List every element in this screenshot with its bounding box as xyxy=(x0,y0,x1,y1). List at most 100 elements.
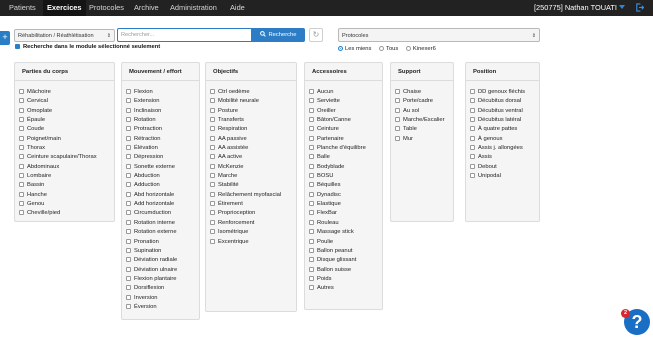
filter-option[interactable]: AA passive xyxy=(210,135,296,144)
filter-option[interactable]: Respiration xyxy=(210,125,296,134)
filter-option[interactable]: Dépression xyxy=(126,153,199,162)
filter-option[interactable]: Abd horizontale xyxy=(126,191,199,200)
checkbox-icon[interactable] xyxy=(126,303,131,309)
checkbox-icon[interactable] xyxy=(309,126,314,132)
filter-option[interactable]: Déviation ulnaire xyxy=(126,266,199,275)
checkbox-icon[interactable] xyxy=(470,135,475,141)
checkbox-icon[interactable] xyxy=(395,126,400,132)
filter-option[interactable]: Posture xyxy=(210,107,296,116)
checkbox-icon[interactable] xyxy=(126,126,131,132)
checkbox-icon[interactable] xyxy=(309,89,314,94)
radio-tous[interactable]: Tous xyxy=(379,46,398,52)
filter-option[interactable]: BOSU xyxy=(309,172,382,181)
checkbox-icon[interactable] xyxy=(19,89,24,94)
filter-option[interactable]: Transferts xyxy=(210,116,296,125)
filter-option[interactable]: Dynadisc xyxy=(309,191,382,200)
checkbox-icon[interactable] xyxy=(395,135,400,141)
filter-option[interactable]: Au sol xyxy=(395,107,453,116)
filter-option[interactable]: McKenzie xyxy=(210,163,296,172)
checkbox-icon[interactable] xyxy=(309,135,314,141)
filter-option[interactable]: Isométrique xyxy=(210,228,296,237)
filter-option[interactable]: Ceinture xyxy=(309,125,382,134)
checkbox-icon[interactable] xyxy=(395,98,400,104)
checkbox-icon[interactable] xyxy=(309,145,314,151)
filter-option[interactable]: Genou xyxy=(19,200,114,209)
checkbox-icon[interactable] xyxy=(210,163,215,169)
checkbox-icon[interactable] xyxy=(126,89,131,94)
filter-option[interactable]: Unipodal xyxy=(470,172,539,181)
checkbox-icon[interactable] xyxy=(210,126,215,132)
filter-option[interactable]: Circumduction xyxy=(126,209,199,218)
checkbox-icon[interactable] xyxy=(309,98,314,104)
filter-option[interactable]: Sonette externe xyxy=(126,163,199,172)
filter-option[interactable]: Chaise xyxy=(395,88,453,97)
radio-kinexer6[interactable]: Kinexer6 xyxy=(405,46,436,52)
filter-option[interactable]: AA active xyxy=(210,153,296,162)
checkbox-icon[interactable] xyxy=(126,135,131,141)
checkbox-icon[interactable] xyxy=(126,201,131,207)
checkbox-icon[interactable] xyxy=(19,201,24,207)
checkbox-icon[interactable] xyxy=(126,154,131,160)
category-select[interactable]: Réhabilitation / Réathlétisation ⇕ xyxy=(14,29,115,42)
checkbox-icon[interactable] xyxy=(309,107,314,113)
filter-option[interactable]: Poids xyxy=(309,275,382,284)
checkbox-icon[interactable] xyxy=(126,294,131,300)
filter-option[interactable]: Supination xyxy=(126,247,199,256)
filter-option[interactable]: Renforcement xyxy=(210,219,296,228)
checkbox-icon[interactable] xyxy=(395,107,400,113)
filter-option[interactable]: Marche xyxy=(210,172,296,181)
checkbox-icon[interactable] xyxy=(126,257,131,263)
search-button[interactable]: Recherche xyxy=(252,28,305,42)
checkbox-icon[interactable] xyxy=(470,173,475,179)
checkbox-checked-icon[interactable] xyxy=(15,44,20,49)
checkbox-icon[interactable] xyxy=(126,266,131,272)
checkbox-icon[interactable] xyxy=(126,117,131,123)
user-menu[interactable]: [250775] Nathan TOUATI xyxy=(534,0,625,16)
nav-exercices[interactable]: Exercices xyxy=(43,0,86,16)
checkbox-icon[interactable] xyxy=(309,201,314,207)
filter-option[interactable]: Coude xyxy=(19,125,114,134)
filter-option[interactable]: Hanche xyxy=(19,191,114,200)
checkbox-icon[interactable] xyxy=(19,135,24,141)
checkbox-icon[interactable] xyxy=(210,219,215,225)
checkbox-icon[interactable] xyxy=(470,98,475,104)
filter-option[interactable]: Étirement xyxy=(210,200,296,209)
checkbox-icon[interactable] xyxy=(126,210,131,216)
checkbox-icon[interactable] xyxy=(395,117,400,123)
filter-option[interactable]: Serviette xyxy=(309,97,382,106)
checkbox-icon[interactable] xyxy=(470,145,475,151)
checkbox-icon[interactable] xyxy=(19,98,24,104)
filter-option[interactable]: DD genoux fléchis xyxy=(470,88,539,97)
checkbox-icon[interactable] xyxy=(210,229,215,235)
checkbox-icon[interactable] xyxy=(19,210,24,216)
filter-option[interactable]: Elastique xyxy=(309,200,382,209)
checkbox-icon[interactable] xyxy=(210,107,215,113)
filter-option[interactable]: Rotation externe xyxy=(126,228,199,237)
filter-option[interactable]: Élévation xyxy=(126,144,199,153)
checkbox-icon[interactable] xyxy=(126,219,131,225)
filter-option[interactable]: Poignet/main xyxy=(19,135,114,144)
checkbox-icon[interactable] xyxy=(19,107,24,113)
filter-option[interactable]: Bodyblade xyxy=(309,163,382,172)
filter-option[interactable]: Ballon suisse xyxy=(309,266,382,275)
checkbox-icon[interactable] xyxy=(470,89,475,94)
reset-icon[interactable]: ↻ xyxy=(309,28,323,42)
checkbox-icon[interactable] xyxy=(126,229,131,235)
search-input[interactable]: Rechercher... xyxy=(117,28,252,42)
module-only-filter[interactable]: Recherche dans le module sélectionné seu… xyxy=(15,44,160,50)
filter-option[interactable]: Éversion xyxy=(126,303,199,312)
filter-option[interactable]: Assis xyxy=(470,153,539,162)
checkbox-icon[interactable] xyxy=(309,229,314,235)
checkbox-icon[interactable] xyxy=(309,275,314,281)
checkbox-icon[interactable] xyxy=(126,98,131,104)
filter-option[interactable]: Poulie xyxy=(309,238,382,247)
checkbox-icon[interactable] xyxy=(19,117,24,123)
nav-patients[interactable]: Patients xyxy=(9,0,36,16)
filter-option[interactable]: Excentrique xyxy=(210,238,296,247)
checkbox-icon[interactable] xyxy=(19,191,24,197)
filter-option[interactable]: Pronation xyxy=(126,238,199,247)
filter-option[interactable]: Partenaire xyxy=(309,135,382,144)
checkbox-icon[interactable] xyxy=(309,247,314,253)
filter-option[interactable]: Stabilité xyxy=(210,181,296,190)
filter-option[interactable]: Relâchement myofascial xyxy=(210,191,296,200)
